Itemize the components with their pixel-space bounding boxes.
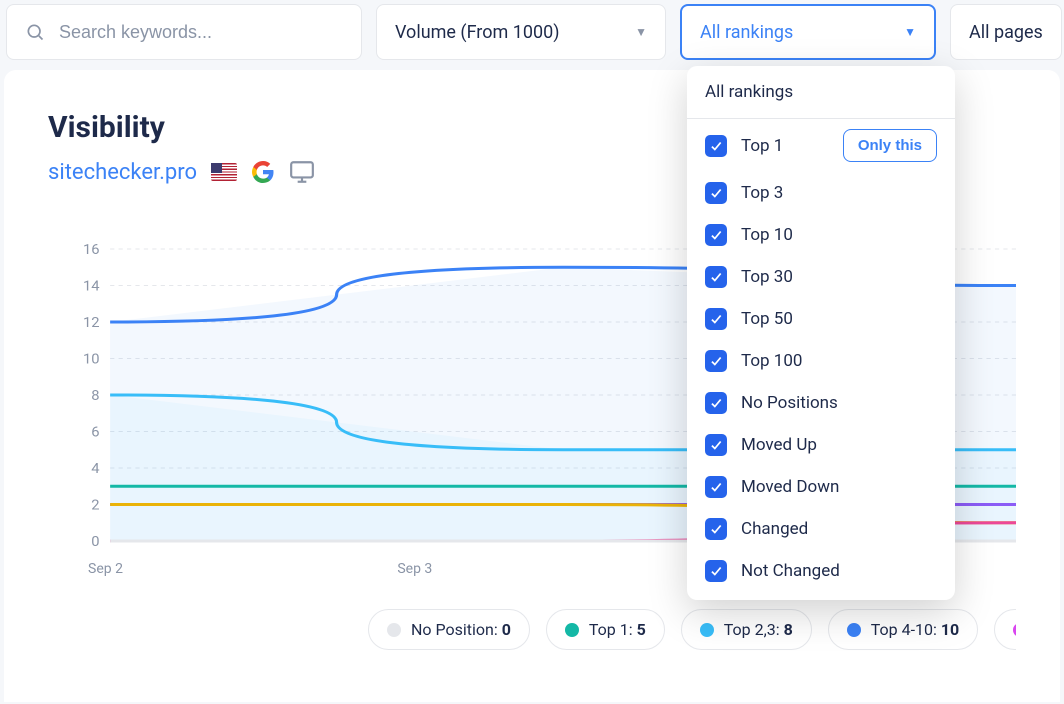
checkbox-icon[interactable] <box>705 350 727 372</box>
legend-item[interactable]: Top <box>994 609 1016 650</box>
site-url-link[interactable]: sitechecker.pro <box>48 160 197 185</box>
legend-label: Top 2,3: 8 <box>724 620 793 639</box>
rankings-dropdown-label: All rankings <box>700 22 793 43</box>
us-flag-icon <box>211 163 237 181</box>
rankings-option[interactable]: Moved Up <box>687 424 955 466</box>
only-this-button[interactable]: Only this <box>843 129 937 162</box>
legend-color-dot <box>700 623 714 637</box>
svg-text:6: 6 <box>91 424 99 441</box>
legend-color-dot <box>847 623 861 637</box>
chart-legend: No Position: 0 Top 1: 5 Top 2,3: 8 Top 4-10… <box>368 609 1016 650</box>
rankings-option-label: Not Changed <box>741 561 840 581</box>
rankings-option[interactable]: Moved Down <box>687 466 955 508</box>
rankings-option[interactable]: Top 30 <box>687 256 955 298</box>
legend-item[interactable]: Top 2,3: 8 <box>681 609 812 650</box>
legend-color-dot <box>565 623 579 637</box>
legend-color-dot <box>1013 623 1016 637</box>
checkbox-icon[interactable] <box>705 518 727 540</box>
rankings-option-label: No Positions <box>741 393 838 413</box>
svg-text:4: 4 <box>91 460 99 477</box>
chevron-down-icon: ▼ <box>904 25 916 39</box>
search-icon <box>25 22 45 42</box>
volume-dropdown[interactable]: Volume (From 1000) ▼ <box>376 4 666 60</box>
svg-text:12: 12 <box>83 314 100 331</box>
legend-item[interactable]: Top 1: 5 <box>546 609 665 650</box>
x-tick-label: Sep 2 <box>88 561 397 577</box>
checkbox-icon[interactable] <box>705 392 727 414</box>
legend-color-dot <box>387 623 401 637</box>
checkbox-icon[interactable] <box>705 182 727 204</box>
checkbox-icon[interactable] <box>705 308 727 330</box>
rankings-option[interactable]: Top 100 <box>687 340 955 382</box>
rankings-option[interactable]: Changed <box>687 508 955 550</box>
rankings-option[interactable]: No Positions <box>687 382 955 424</box>
rankings-option-label: Changed <box>741 519 808 539</box>
svg-text:14: 14 <box>83 278 100 295</box>
legend-label: Top 1: 5 <box>589 620 646 639</box>
rankings-option[interactable]: Top 3 <box>687 172 955 214</box>
rankings-dropdown-panel: All rankings Top 1 Only this Top 3 Top 10 To… <box>687 66 955 600</box>
rankings-option-label: Moved Down <box>741 477 839 497</box>
legend-item[interactable]: Top 4-10: 10 <box>828 609 978 650</box>
rankings-option-label: Top 30 <box>741 267 793 287</box>
checkbox-icon[interactable] <box>705 135 727 157</box>
checkbox-icon[interactable] <box>705 434 727 456</box>
rankings-option[interactable]: Not Changed <box>687 550 955 592</box>
checkbox-icon[interactable] <box>705 266 727 288</box>
svg-text:10: 10 <box>83 351 100 368</box>
rankings-option-label: Top 3 <box>741 183 783 203</box>
rankings-option[interactable]: Top 10 <box>687 214 955 256</box>
rankings-option[interactable]: Top 1 Only this <box>687 119 955 172</box>
chevron-down-icon: ▼ <box>635 25 647 39</box>
svg-text:0: 0 <box>91 533 99 550</box>
rankings-option[interactable]: Top 50 <box>687 298 955 340</box>
desktop-icon <box>289 159 315 185</box>
rankings-option-label: Moved Up <box>741 435 817 455</box>
google-icon <box>251 160 275 184</box>
checkbox-icon[interactable] <box>705 560 727 582</box>
pages-dropdown-label: All pages <box>969 22 1043 43</box>
top-filter-bar: Volume (From 1000) ▼ All rankings ▼ All … <box>0 0 1064 70</box>
legend-label: Top 4-10: 10 <box>871 620 959 639</box>
checkbox-icon[interactable] <box>705 476 727 498</box>
rankings-dropdown-header: All rankings <box>687 66 955 119</box>
search-keywords-input-wrapper[interactable] <box>6 4 362 60</box>
rankings-option-label: Top 50 <box>741 309 793 329</box>
rankings-dropdown-trigger[interactable]: All rankings ▼ <box>680 4 936 60</box>
rankings-option-label: Top 100 <box>741 351 802 371</box>
legend-item[interactable]: No Position: 0 <box>368 609 530 650</box>
legend-label: No Position: 0 <box>411 620 511 639</box>
search-input[interactable] <box>57 21 343 44</box>
svg-text:2: 2 <box>91 497 99 514</box>
svg-text:16: 16 <box>83 241 100 258</box>
x-tick-label: Sep 3 <box>397 561 706 577</box>
checkbox-icon[interactable] <box>705 224 727 246</box>
rankings-option-label: Top 1 <box>741 136 783 156</box>
volume-dropdown-label: Volume (From 1000) <box>395 22 559 43</box>
rankings-option-label: Top 10 <box>741 225 793 245</box>
svg-text:8: 8 <box>91 387 99 404</box>
pages-dropdown[interactable]: All pages <box>950 4 1062 60</box>
